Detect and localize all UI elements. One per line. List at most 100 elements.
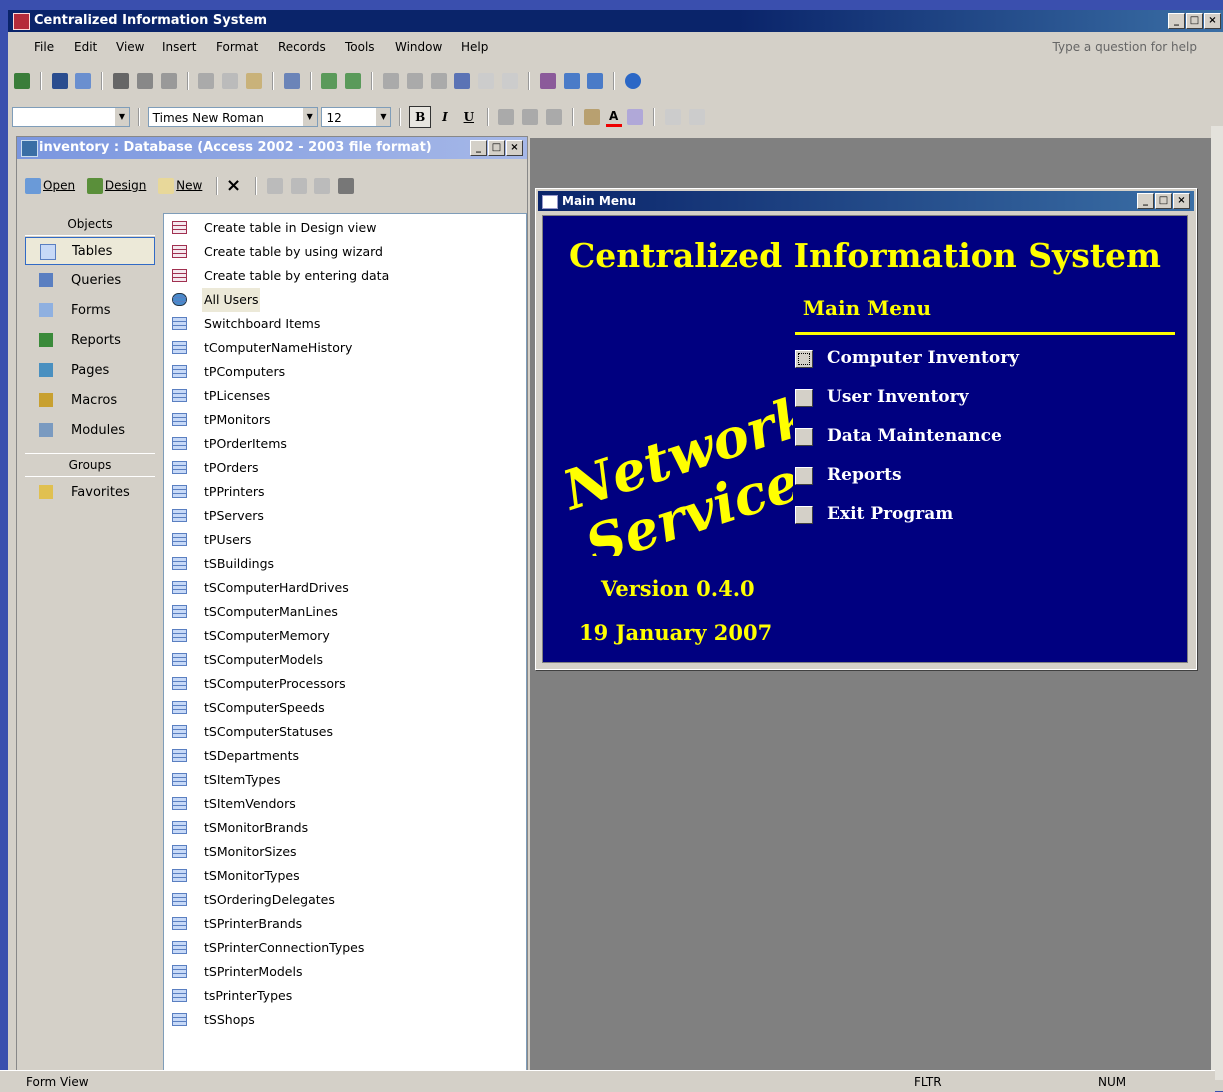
print-icon[interactable] bbox=[113, 73, 130, 89]
menu-bar: File Edit View Insert Format Records Too… bbox=[8, 36, 1223, 58]
cut-icon[interactable] bbox=[198, 73, 215, 89]
fill-color-icon[interactable] bbox=[583, 109, 600, 125]
copy-icon[interactable] bbox=[222, 73, 239, 89]
align-center-icon[interactable] bbox=[522, 109, 539, 125]
font-name-value: Times New Roman bbox=[152, 111, 264, 125]
formatting-toolbar: ▼ Times New Roman ▼ 12 ▼ B I U A bbox=[12, 106, 707, 132]
table-icon bbox=[172, 917, 187, 930]
print-preview-icon[interactable] bbox=[136, 73, 153, 89]
main-menu-window: Main Menu _ □ × Centralized Information … bbox=[535, 188, 1197, 670]
menu-records[interactable]: Records bbox=[278, 40, 326, 54]
bold-button[interactable]: B bbox=[409, 106, 432, 128]
maximize-button[interactable]: □ bbox=[1186, 13, 1203, 29]
design-button[interactable]: Design bbox=[85, 177, 146, 194]
object-tables[interactable]: Tables bbox=[25, 237, 155, 265]
filter-by-form-icon[interactable] bbox=[406, 73, 423, 89]
form-close-button[interactable]: × bbox=[1173, 193, 1190, 209]
close-button[interactable]: × bbox=[1204, 13, 1221, 29]
option-button[interactable] bbox=[795, 389, 813, 407]
db-maximize-button[interactable]: □ bbox=[488, 140, 505, 156]
new-record-icon[interactable] bbox=[478, 73, 495, 89]
align-right-icon[interactable] bbox=[546, 109, 563, 125]
access-app-icon[interactable] bbox=[13, 13, 30, 30]
delete-icon[interactable]: × bbox=[226, 175, 241, 196]
menu-window[interactable]: Window bbox=[395, 40, 442, 54]
spelling-icon[interactable] bbox=[160, 73, 177, 89]
datasheet-icon bbox=[172, 269, 187, 282]
option-button[interactable] bbox=[795, 428, 813, 446]
menu-format[interactable]: Format bbox=[216, 40, 258, 54]
main-menu-window-title: Main Menu bbox=[562, 194, 637, 208]
find-icon[interactable] bbox=[454, 73, 471, 89]
menu-insert[interactable]: Insert bbox=[162, 40, 196, 54]
new-object-icon[interactable] bbox=[587, 73, 604, 89]
font-name-combo[interactable]: Times New Roman ▼ bbox=[147, 107, 318, 127]
help-icon[interactable] bbox=[625, 73, 642, 89]
option-button[interactable] bbox=[795, 467, 813, 485]
db-minimize-button[interactable]: _ bbox=[470, 140, 487, 156]
properties-icon[interactable] bbox=[539, 73, 556, 89]
object-reports[interactable]: Reports bbox=[25, 327, 155, 355]
object-pages[interactable]: Pages bbox=[25, 357, 155, 385]
option-button[interactable] bbox=[795, 506, 813, 524]
font-size-combo[interactable]: 12 ▼ bbox=[321, 107, 392, 127]
align-left-icon[interactable] bbox=[498, 109, 515, 125]
menu-edit[interactable]: Edit bbox=[74, 40, 97, 54]
delete-record-icon[interactable] bbox=[502, 73, 519, 89]
object-combo[interactable]: ▼ bbox=[12, 107, 130, 127]
date-label: 19 January 2007 bbox=[579, 620, 773, 645]
app-title-bar[interactable]: Centralized Information System _ □ × bbox=[8, 10, 1223, 32]
save-icon[interactable] bbox=[51, 73, 68, 89]
vertical-scrollbar[interactable] bbox=[1211, 126, 1223, 1080]
groups-header[interactable]: Groups bbox=[25, 453, 155, 477]
sort-ascending-icon[interactable] bbox=[321, 73, 338, 89]
details-view-icon[interactable] bbox=[338, 177, 355, 194]
paste-icon[interactable] bbox=[246, 73, 263, 89]
help-search-box[interactable]: Type a question for help bbox=[1053, 40, 1197, 54]
main-menu-subtitle: Main Menu bbox=[802, 296, 932, 320]
db-close-button[interactable]: × bbox=[506, 140, 523, 156]
view-icon[interactable] bbox=[14, 73, 30, 89]
menu-help[interactable]: Help bbox=[461, 40, 488, 54]
small-icons-icon[interactable] bbox=[290, 177, 307, 194]
objects-header[interactable]: Objects bbox=[25, 213, 155, 236]
font-color-button[interactable]: A bbox=[605, 108, 622, 127]
object-queries[interactable]: Queries bbox=[25, 267, 155, 295]
special-effect-icon[interactable] bbox=[688, 109, 705, 125]
object-macros[interactable]: Macros bbox=[25, 387, 155, 415]
new-button[interactable]: New bbox=[156, 177, 202, 194]
minimize-button[interactable]: _ bbox=[1168, 13, 1185, 29]
chevron-down-icon: ▼ bbox=[376, 108, 391, 126]
apply-filter-icon[interactable] bbox=[430, 73, 447, 89]
sort-descending-icon[interactable] bbox=[345, 73, 362, 89]
open-button[interactable]: Open bbox=[23, 177, 75, 194]
line-width-icon[interactable] bbox=[665, 109, 682, 125]
table-icon bbox=[172, 965, 187, 978]
table-icon bbox=[172, 893, 187, 906]
object-modules[interactable]: Modules bbox=[25, 417, 155, 445]
group-favorites[interactable]: Favorites bbox=[25, 479, 155, 507]
list-view-icon[interactable] bbox=[314, 177, 331, 194]
italic-button[interactable]: I bbox=[435, 107, 455, 127]
object-forms[interactable]: Forms bbox=[25, 297, 155, 325]
menu-tools[interactable]: Tools bbox=[345, 40, 375, 54]
filter-icon[interactable] bbox=[382, 73, 399, 89]
macro-icon bbox=[39, 393, 53, 407]
form-icon bbox=[39, 303, 53, 317]
database-window: inventory : Database (Access 2002 - 2003… bbox=[16, 136, 528, 1082]
large-icons-icon[interactable] bbox=[266, 177, 283, 194]
undo-icon[interactable] bbox=[283, 73, 300, 89]
underline-button[interactable]: U bbox=[459, 107, 479, 127]
form-minimize-button[interactable]: _ bbox=[1137, 193, 1154, 209]
menu-file[interactable]: File bbox=[34, 40, 54, 54]
table-icon bbox=[172, 557, 187, 570]
menu-view[interactable]: View bbox=[116, 40, 144, 54]
table-icon bbox=[172, 389, 187, 402]
database-window-icon[interactable] bbox=[563, 73, 580, 89]
form-maximize-button[interactable]: □ bbox=[1155, 193, 1172, 209]
main-menu-title-bar[interactable]: Main Menu _ □ × bbox=[538, 191, 1194, 211]
option-button[interactable] bbox=[795, 350, 813, 368]
line-color-icon[interactable] bbox=[627, 109, 644, 125]
search-file-icon[interactable] bbox=[75, 73, 92, 89]
database-window-title-bar[interactable]: inventory : Database (Access 2002 - 2003… bbox=[17, 137, 527, 159]
